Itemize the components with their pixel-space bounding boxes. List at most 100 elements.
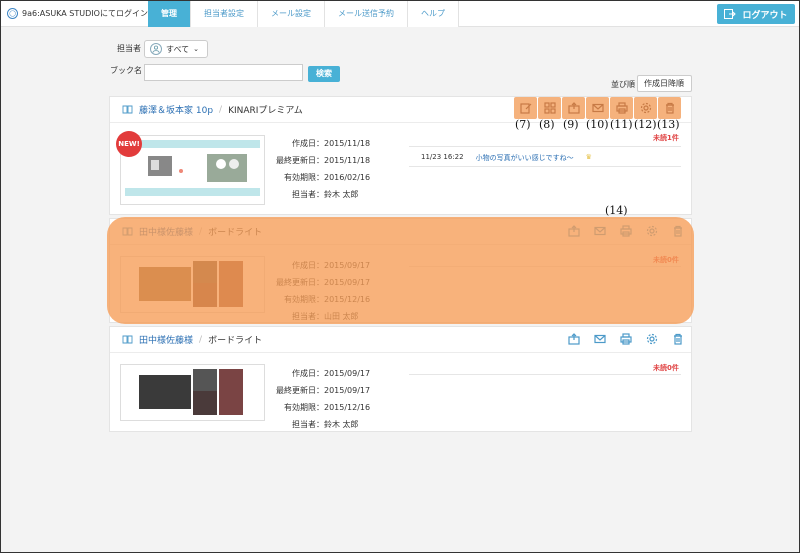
card-toolbar: [561, 220, 691, 242]
sort-value: 作成日降順: [644, 79, 684, 88]
upload-photo-icon: [567, 102, 580, 114]
updated-label: 最終更新日：: [276, 278, 324, 287]
upload-photo-icon: [568, 225, 580, 237]
tab-mail-settings[interactable]: メール設定: [258, 1, 325, 27]
settings-button[interactable]: [639, 328, 665, 350]
expires-date: 2016/02/16: [324, 173, 371, 182]
book-thumbnail-image: [139, 369, 243, 415]
book-thumbnail-image: [139, 261, 243, 307]
expires-label: 有効期限：: [284, 295, 324, 304]
unread-count: 未読0件: [653, 256, 679, 264]
trash-icon: [674, 225, 682, 237]
divider: [409, 374, 681, 375]
delete-button[interactable]: [665, 328, 691, 350]
tab-help[interactable]: ヘルプ: [408, 1, 459, 27]
search-button[interactable]: 検索: [308, 66, 340, 82]
updated-date: 2015/09/17: [324, 386, 371, 395]
pages-button[interactable]: [538, 97, 561, 119]
tab-staff-settings[interactable]: 担当者設定: [191, 1, 258, 27]
studio-logo-icon: ◯: [7, 8, 18, 19]
message-time: 11/23 16:22: [421, 153, 464, 161]
book-thumbnail[interactable]: [120, 256, 265, 313]
delete-button[interactable]: [658, 97, 681, 119]
mail-icon: [591, 103, 604, 113]
separator: /: [199, 226, 203, 237]
print-button[interactable]: [610, 97, 633, 119]
staff-filter-value: すべて: [166, 44, 190, 54]
plan-name: KINARIプレミアム: [228, 106, 303, 116]
sort-label: 並び順: [611, 80, 635, 89]
settings-button[interactable]: [634, 97, 657, 119]
mail-button[interactable]: [586, 97, 609, 119]
book-meta: 作成日： 2015/11/18 最終更新日： 2015/11/18 有効期限： 201…: [246, 135, 396, 203]
crown-icon: ♛: [585, 153, 592, 161]
book-thumbnail-image: [125, 140, 260, 196]
upload-photo-button[interactable]: [561, 328, 587, 350]
card-toolbar: [561, 328, 691, 350]
message-row[interactable]: 11/23 16:22 小物の写真がいい感じですね〜 ♛: [421, 153, 592, 163]
book-name-link[interactable]: 田中様佐藤様: [139, 225, 193, 238]
tab-mail-schedule[interactable]: メール送信予約: [325, 1, 408, 27]
app-window: ◯ 9a6:ASUKA STUDIOにてログイン中 管理 担当者設定 メール設定…: [0, 0, 800, 553]
logout-button[interactable]: ログアウト: [717, 4, 795, 24]
created-label: 作成日：: [292, 261, 324, 270]
annotation-7: (7): [515, 118, 531, 131]
gear-icon: [646, 225, 658, 237]
unread-count: 未読1件: [653, 134, 679, 142]
plan-name: ボードライト: [208, 228, 263, 238]
person-icon: [150, 43, 162, 55]
divider: [409, 266, 681, 267]
book-icon: [122, 227, 133, 236]
expires-date: 2015/12/16: [324, 295, 371, 304]
mail-icon: [594, 226, 606, 236]
message-text: 小物の写真がいい感じですね〜: [475, 154, 574, 162]
main-nav: 管理 担当者設定 メール設定 メール送信予約 ヘルプ: [148, 1, 459, 27]
delete-button[interactable]: [665, 220, 691, 242]
created-date: 2015/11/18: [324, 139, 371, 148]
tab-manage[interactable]: 管理: [148, 1, 191, 27]
edit-book-button[interactable]: [514, 97, 537, 119]
staff-filter-label: 担当者: [117, 44, 141, 53]
print-icon: [620, 333, 632, 345]
book-thumbnail[interactable]: [120, 364, 265, 421]
annotation-8: (8): [539, 118, 555, 131]
updated-date: 2015/09/17: [324, 278, 371, 287]
annotation-9: (9): [563, 118, 579, 131]
upload-photo-button[interactable]: [561, 220, 587, 242]
plan-name: ボードライト: [208, 336, 263, 346]
upload-photo-button[interactable]: [562, 97, 585, 119]
created-date: 2015/09/17: [324, 261, 371, 270]
created-label: 作成日：: [292, 139, 324, 148]
separator: /: [219, 104, 223, 115]
book-name-link[interactable]: 田中様佐藤様: [139, 333, 193, 346]
print-button[interactable]: [613, 220, 639, 242]
expires-label: 有効期限：: [284, 403, 324, 412]
created-label: 作成日：: [292, 369, 324, 378]
book-icon: [122, 105, 133, 114]
new-badge: NEW!: [116, 131, 142, 157]
unread-count: 未読0件: [653, 364, 679, 372]
gear-icon: [646, 333, 658, 345]
staff-filter-select[interactable]: すべて ⌄: [144, 40, 208, 58]
annotation-14: (14): [605, 204, 628, 217]
sort-select[interactable]: 作成日降順 ⌄: [637, 75, 692, 103]
book-name-link[interactable]: 藤澤＆坂本家 10p: [139, 103, 213, 116]
expires-date: 2015/12/16: [324, 403, 371, 412]
staff-name: 鈴木 太郎: [324, 190, 359, 199]
created-date: 2015/09/17: [324, 369, 371, 378]
annotation-11: (11): [610, 118, 633, 131]
mail-button[interactable]: [587, 328, 613, 350]
gear-icon: [640, 102, 651, 114]
mail-icon: [594, 334, 606, 344]
print-icon: [615, 102, 628, 114]
print-button[interactable]: [613, 328, 639, 350]
edit-book-icon: [519, 103, 531, 114]
mail-button[interactable]: [587, 220, 613, 242]
book-name-input[interactable]: [144, 64, 303, 81]
separator: /: [199, 334, 203, 345]
logout-label: ログアウト: [742, 10, 788, 21]
settings-button[interactable]: [639, 220, 665, 242]
staff-label: 担当者：: [292, 190, 324, 199]
trash-icon: [665, 102, 674, 114]
login-info: ◯ 9a6:ASUKA STUDIOにてログイン中: [7, 8, 156, 19]
